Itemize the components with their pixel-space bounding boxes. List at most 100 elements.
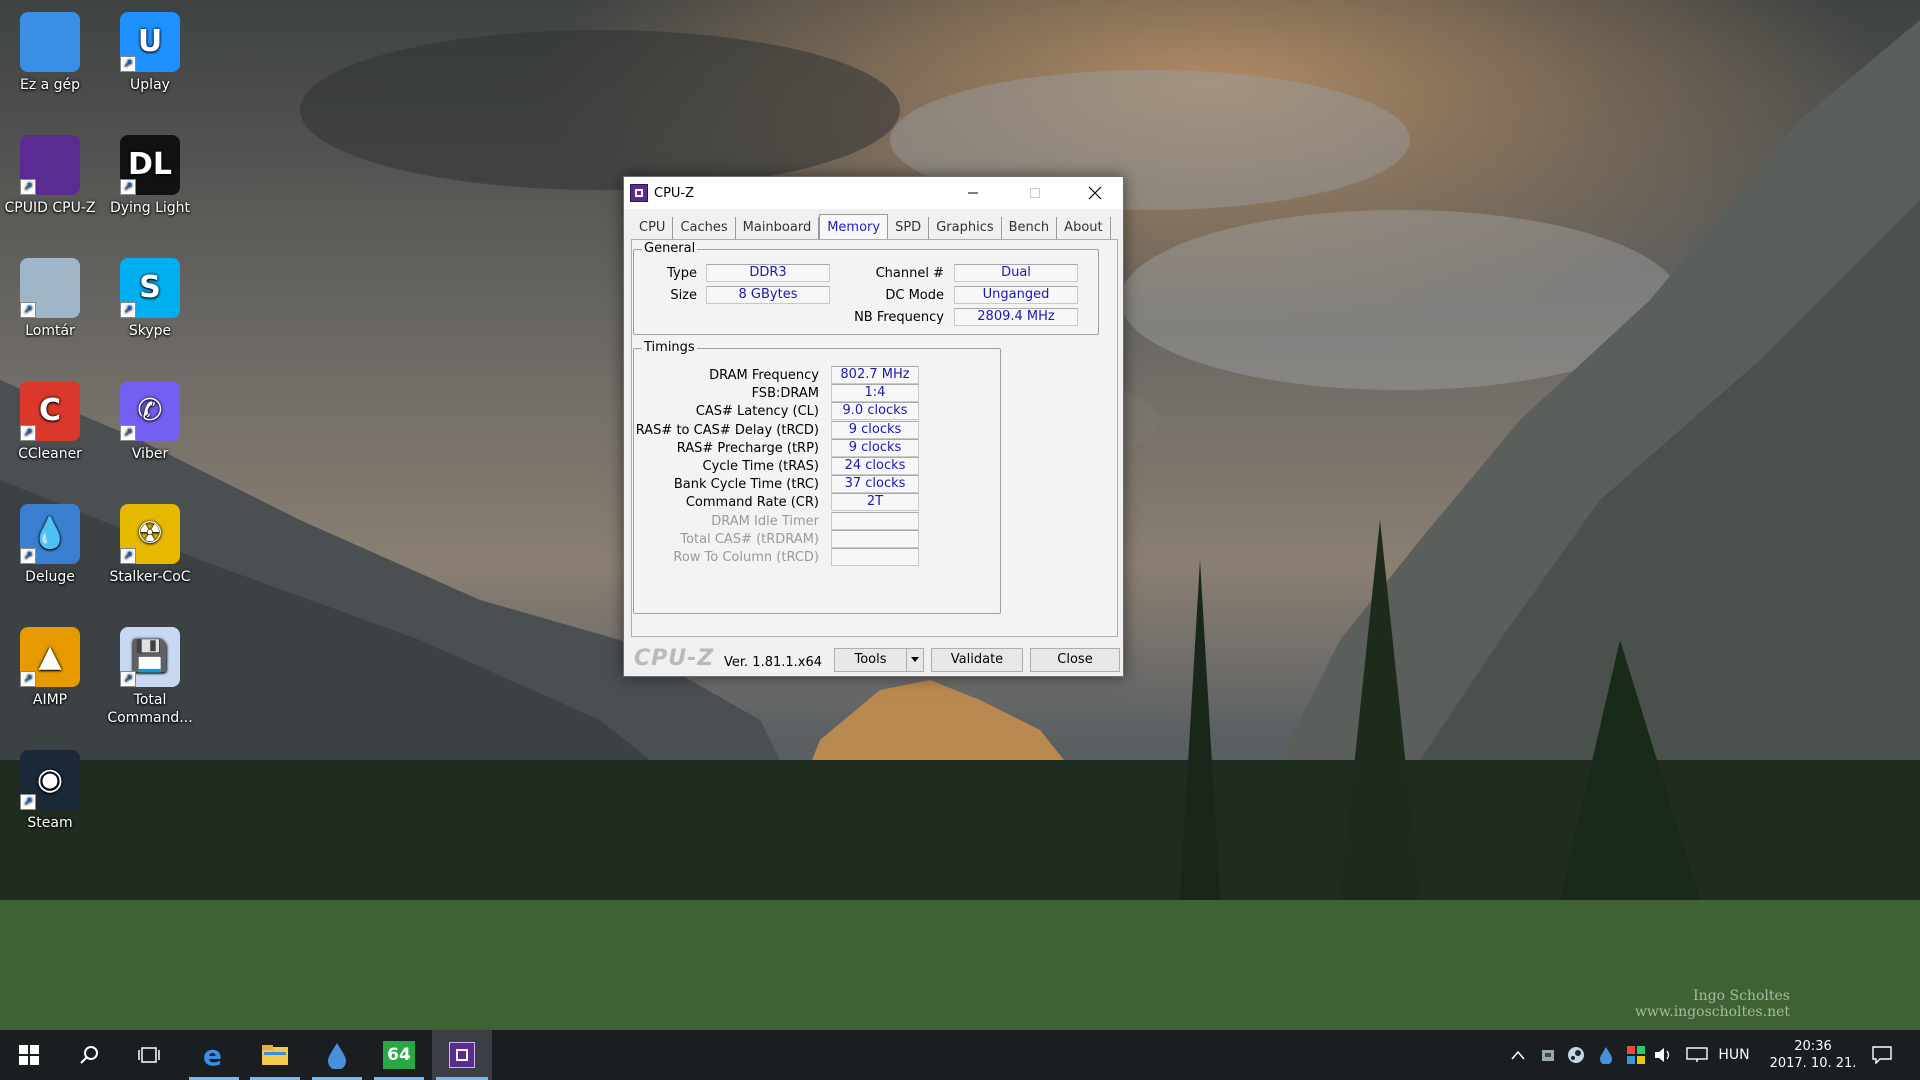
desktop-icon-deluge[interactable]: 💧 ↗ Deluge xyxy=(2,496,98,612)
desktop-icon-stalker[interactable]: ☢ ↗ Stalker-CoC xyxy=(102,496,198,612)
cpuz-icon xyxy=(449,1042,475,1068)
shortcut-arrow-icon: ↗ xyxy=(120,179,136,195)
tray-deluge[interactable] xyxy=(1594,1030,1618,1080)
shortcut-arrow-icon: ↗ xyxy=(120,425,136,441)
maximize-button xyxy=(1006,177,1064,209)
minimize-icon xyxy=(968,192,978,194)
timing-value xyxy=(831,548,919,566)
tray-usb[interactable] xyxy=(1536,1030,1560,1080)
timing-label: RAS# Precharge (tRP) xyxy=(676,440,819,456)
shortcut-arrow-icon: ↗ xyxy=(120,548,136,564)
taskbar-aida64[interactable]: 64 xyxy=(370,1030,428,1080)
desktop-icon-aimp[interactable]: ▲ ↗ AIMP xyxy=(2,619,98,735)
start-button[interactable] xyxy=(0,1030,58,1080)
desktop-icon-viber[interactable]: ✆ ↗ Viber xyxy=(102,373,198,489)
shortcut-arrow-icon: ↗ xyxy=(20,548,36,564)
timing-label: Row To Column (tRCD) xyxy=(673,550,819,565)
channel-value: Dual xyxy=(954,264,1078,282)
watermark-name: Ingo Scholtes xyxy=(1693,988,1790,1004)
speaker-icon xyxy=(1655,1048,1670,1062)
chevron-up-icon xyxy=(1511,1050,1525,1060)
desktop-icon-cpuz[interactable]: ↗ CPUID CPU-Z xyxy=(2,127,98,243)
close-window-button[interactable] xyxy=(1066,177,1124,209)
steam-icon: ◉ ↗ xyxy=(20,750,80,810)
tray-steam[interactable] xyxy=(1564,1030,1588,1080)
timings-group-title: Timings xyxy=(642,340,697,355)
minimize-button[interactable] xyxy=(944,177,1002,209)
shortcut-arrow-icon: ↗ xyxy=(120,671,136,687)
tools-dropdown-button[interactable] xyxy=(906,648,924,672)
clock[interactable]: 20:36 2017. 10. 21. xyxy=(1768,1038,1858,1072)
timing-label: Cycle Time (tRAS) xyxy=(702,459,820,474)
desktop-icon-steam[interactable]: ◉ ↗ Steam xyxy=(2,742,98,858)
tray-colors[interactable] xyxy=(1624,1030,1648,1080)
window-title: CPU-Z xyxy=(654,185,695,201)
desktop-icon-uplay[interactable]: U ↗ Uplay xyxy=(102,4,198,120)
tab-memory[interactable]: Memory xyxy=(819,214,889,239)
type-value: DDR3 xyxy=(706,264,830,282)
taskbar-explorer[interactable] xyxy=(246,1030,304,1080)
timing-label: CAS# Latency (CL) xyxy=(695,404,819,420)
validate-button[interactable]: Validate xyxy=(931,648,1023,672)
size-label: Size xyxy=(670,288,697,303)
tray-network[interactable] xyxy=(1684,1030,1710,1080)
shortcut-arrow-icon: ↗ xyxy=(20,179,36,195)
steam-icon xyxy=(1568,1047,1584,1063)
action-center-button[interactable] xyxy=(1862,1030,1902,1080)
tray-overflow-button[interactable] xyxy=(1506,1030,1530,1080)
desktop-icon-label: Lomtár xyxy=(25,323,75,339)
tab-mainboard[interactable]: Mainboard xyxy=(736,217,820,239)
desktop-icon-ccleaner[interactable]: C ↗ CCleaner xyxy=(2,373,98,489)
wallpaper-watermark: Ingo Scholtes www.ingoscholtes.net xyxy=(1635,988,1790,1020)
deluge-icon xyxy=(328,1043,346,1069)
aimp-icon: ▲ ↗ xyxy=(20,627,80,687)
task-view-icon xyxy=(138,1047,160,1063)
tray-volume[interactable] xyxy=(1652,1030,1676,1080)
maximize-icon xyxy=(1030,188,1040,198)
tab-cpu[interactable]: CPU xyxy=(632,217,674,239)
desktop-icon-total-commander[interactable]: 💾 ↗ Total Command... xyxy=(102,619,198,735)
tab-bench[interactable]: Bench xyxy=(1002,217,1058,239)
cpuz-window[interactable]: CPU-Z CPU Caches Mainboard Memory SPD Graphic… xyxy=(623,176,1124,677)
taskbar-cpuz[interactable] xyxy=(432,1030,492,1080)
cpuz-icon: ↗ xyxy=(20,135,80,195)
shortcut-arrow-icon: ↗ xyxy=(120,302,136,318)
clock-time: 20:36 xyxy=(1794,1039,1832,1054)
skype-icon: S ↗ xyxy=(120,258,180,318)
timing-value xyxy=(831,511,919,530)
memory-tab-panel: General Type DDR3 Size 8 GBytes Channel … xyxy=(631,239,1118,637)
language-indicator[interactable]: HUN xyxy=(1712,1030,1756,1080)
desktop-icon-label: Steam xyxy=(27,815,73,831)
close-button[interactable]: Close xyxy=(1030,648,1120,672)
desktop-icon-skype[interactable]: S ↗ Skype xyxy=(102,250,198,366)
search-icon xyxy=(80,1046,98,1064)
search-button[interactable] xyxy=(60,1030,118,1080)
desktop-icon-label: CCleaner xyxy=(18,446,82,462)
desktop-icon-dying-light[interactable]: DL ↗ Dying Light xyxy=(102,127,198,243)
task-view-button[interactable] xyxy=(120,1030,178,1080)
taskbar-deluge[interactable] xyxy=(308,1030,366,1080)
desktop-icon-computer[interactable]: Ez a gép xyxy=(2,4,98,120)
color-grid-icon xyxy=(1627,1046,1645,1064)
tab-graphics[interactable]: Graphics xyxy=(929,217,1002,239)
footer-bar: CPU-Z Ver. 1.81.1.x64 Tools Validate Clo… xyxy=(624,640,1123,676)
shortcut-arrow-icon: ↗ xyxy=(20,671,36,687)
timing-value: 802.7 MHz xyxy=(831,366,919,384)
stalker-icon: ☢ ↗ xyxy=(120,504,180,564)
aida64-icon: 64 xyxy=(383,1041,415,1069)
shortcut-arrow-icon: ↗ xyxy=(120,56,136,72)
shortcut-arrow-icon: ↗ xyxy=(20,794,36,810)
tab-caches[interactable]: Caches xyxy=(673,217,736,239)
title-bar[interactable]: CPU-Z xyxy=(624,177,1123,209)
computer-icon xyxy=(20,12,80,72)
tab-about[interactable]: About xyxy=(1057,217,1111,239)
tab-spd[interactable]: SPD xyxy=(888,217,930,239)
viber-icon: ✆ ↗ xyxy=(120,381,180,441)
close-icon xyxy=(1088,186,1102,200)
desktop-icon-label: Uplay xyxy=(130,77,170,93)
taskbar-edge[interactable]: e xyxy=(185,1030,243,1080)
tools-button[interactable]: Tools xyxy=(834,648,906,672)
desktop-icon-label: Dying Light xyxy=(109,200,191,216)
desktop-icon-label: Skype xyxy=(128,323,172,339)
desktop-icon-recycle-bin[interactable]: ↗ Lomtár xyxy=(2,250,98,366)
